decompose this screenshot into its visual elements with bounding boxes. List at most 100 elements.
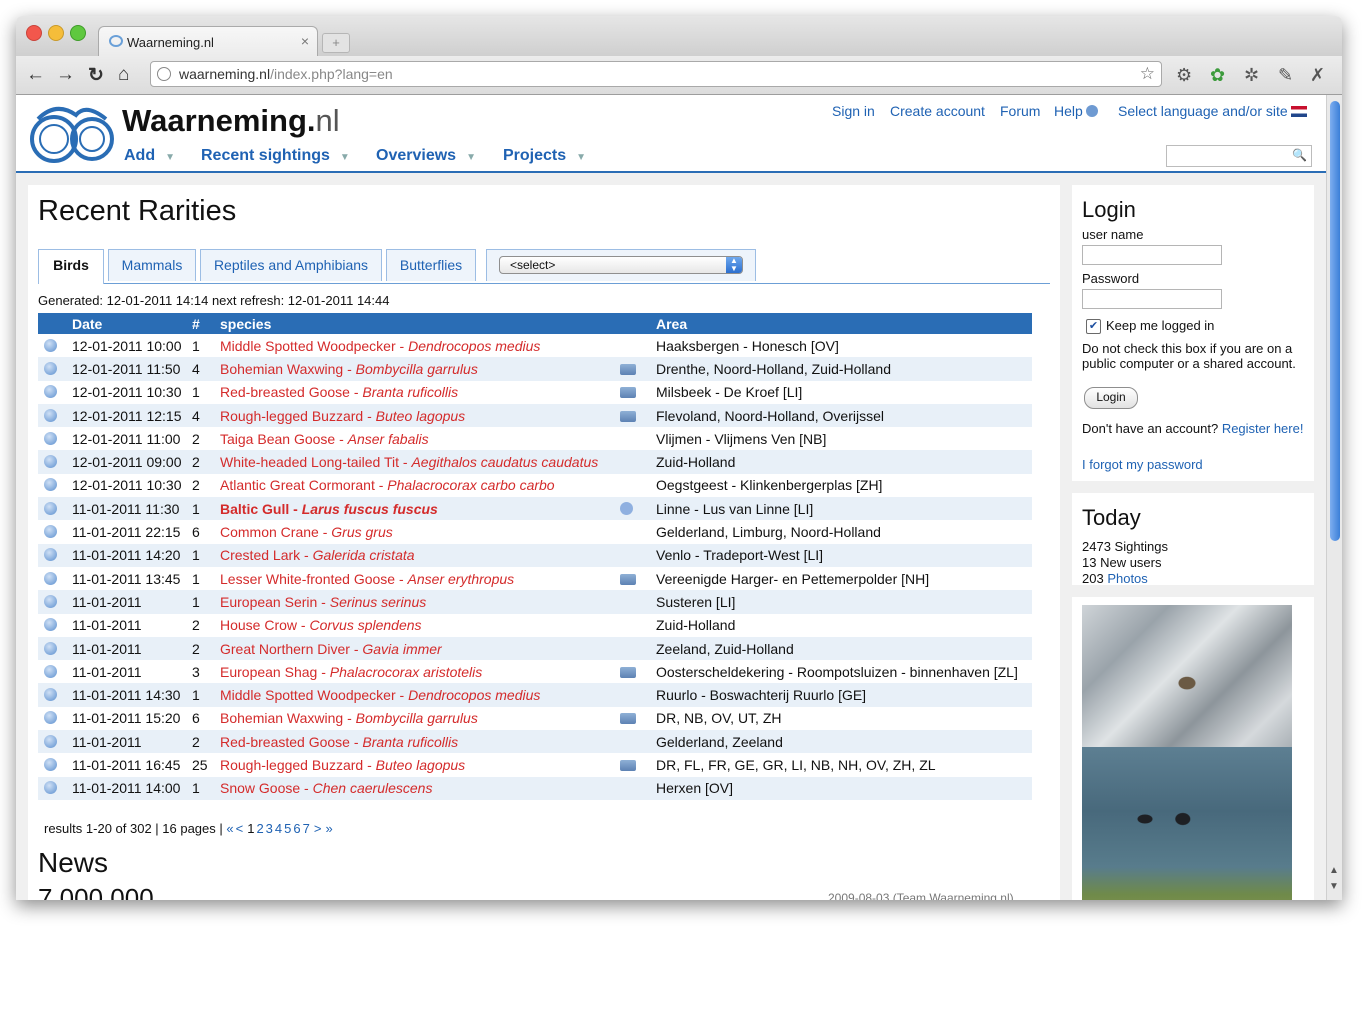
info-circle-icon[interactable] (44, 734, 57, 748)
species-link[interactable]: Red-breasted Goose - Branta ruficollis (220, 734, 458, 750)
species-link[interactable]: Rough-legged Buzzard - Buteo lagopus (220, 408, 465, 424)
info-circle-icon[interactable] (44, 664, 57, 678)
col-count[interactable]: # (192, 313, 220, 334)
pager-link[interactable]: 5 (284, 821, 291, 836)
create-account-link[interactable]: Create account (890, 103, 985, 119)
browser-tab[interactable]: Waarneming.nl × (98, 26, 318, 56)
tab-butterflies[interactable]: Butterflies (386, 249, 476, 281)
info-circle-icon[interactable] (44, 711, 57, 725)
sign-in-link[interactable]: Sign in (832, 103, 875, 119)
page-scrollbar[interactable]: ▲ ▼ (1326, 95, 1342, 900)
pager-link[interactable]: 2 (256, 821, 263, 836)
pager-link[interactable]: 7 (303, 821, 310, 836)
register-link[interactable]: Register here! (1222, 421, 1304, 436)
info-circle-icon[interactable] (44, 571, 57, 585)
extension-leaf-icon[interactable]: ✿ (1210, 65, 1225, 86)
info-circle-icon[interactable] (44, 781, 57, 795)
login-button[interactable]: Login (1084, 387, 1138, 409)
ducks-on-water-photo[interactable] (1082, 747, 1292, 900)
species-link[interactable]: Atlantic Great Cormorant - Phalacrocorax… (220, 477, 555, 493)
species-link[interactable]: Common Crane - Grus grus (220, 524, 393, 540)
info-circle-icon[interactable] (44, 641, 57, 655)
species-link[interactable]: House Crow - Corvus splendens (220, 617, 422, 633)
species-link[interactable]: Middle Spotted Woodpecker - Dendrocopos … (220, 687, 540, 703)
scroll-up-icon[interactable]: ▲ (1329, 865, 1339, 876)
camera-icon[interactable] (620, 713, 636, 725)
new-tab-button[interactable]: + (322, 33, 350, 53)
col-species[interactable]: species (220, 313, 620, 334)
news-item-title[interactable]: 7.000.000 (38, 883, 154, 900)
pager-link[interactable]: > (314, 821, 322, 836)
menu-recent-sightings[interactable]: Recent sightings ▼ (201, 147, 350, 165)
address-bar[interactable]: waarneming.nl/index.php?lang=en ☆ (150, 61, 1162, 87)
species-link[interactable]: Rough-legged Buzzard - Buteo lagopus (220, 757, 465, 773)
extension-gear-icon[interactable]: ⚙ (1176, 65, 1192, 86)
password-input[interactable] (1082, 289, 1222, 309)
tab-reptiles-amphibians[interactable]: Reptiles and Amphibians (200, 249, 382, 281)
camera-icon[interactable] (620, 410, 636, 422)
site-brand[interactable]: Waarneming.nl (122, 103, 340, 139)
species-link[interactable]: Baltic Gull - Larus fuscus fuscus (220, 501, 438, 517)
forgot-password-link[interactable]: I forgot my password (1082, 457, 1203, 472)
pager-link[interactable]: < (236, 821, 244, 836)
species-link[interactable]: European Serin - Serinus serinus (220, 594, 426, 610)
close-tab-icon[interactable]: × (301, 33, 309, 49)
camera-icon[interactable] (620, 363, 636, 375)
info-circle-icon[interactable] (44, 525, 57, 539)
species-link[interactable]: Red-breasted Goose - Branta ruficollis (220, 384, 458, 400)
species-link[interactable]: Bohemian Waxwing - Bombycilla garrulus (220, 361, 478, 377)
camera-icon[interactable] (620, 573, 636, 585)
binoculars-logo-icon[interactable] (26, 99, 116, 167)
info-circle-icon[interactable] (44, 385, 57, 399)
keep-logged-in-label[interactable]: Keep me logged in (1106, 318, 1214, 333)
info-circle-icon[interactable] (44, 618, 57, 632)
pager-link[interactable]: 6 (293, 821, 300, 836)
info-circle-icon[interactable] (44, 478, 57, 492)
menu-overviews[interactable]: Overviews ▼ (376, 147, 476, 165)
pager-link[interactable]: « (226, 821, 233, 836)
info-circle-icon[interactable] (44, 455, 57, 469)
forum-link[interactable]: Forum (1000, 103, 1040, 119)
info-circle-icon[interactable] (44, 757, 57, 771)
tab-birds[interactable]: Birds (38, 249, 104, 284)
info-circle-icon[interactable] (44, 431, 57, 445)
info-circle-icon[interactable] (44, 548, 57, 562)
menu-projects[interactable]: Projects ▼ (503, 147, 586, 165)
species-link[interactable]: European Shag - Phalacrocorax aristoteli… (220, 664, 482, 680)
bird-on-snow-photo[interactable] (1082, 605, 1292, 747)
reload-icon[interactable]: ↻ (88, 64, 104, 87)
camera-icon[interactable] (620, 387, 636, 399)
bookmark-star-icon[interactable]: ☆ (1140, 64, 1155, 84)
species-link[interactable]: Crested Lark - Galerida cristata (220, 547, 415, 563)
photos-link[interactable]: Photos (1107, 571, 1147, 586)
search-icon[interactable]: 🔍 (1292, 148, 1307, 162)
tab-mammals[interactable]: Mammals (108, 249, 196, 281)
info-circle-icon[interactable] (44, 594, 57, 608)
pager-link[interactable]: » (325, 821, 332, 836)
species-link[interactable]: Great Northern Diver - Gavia immer (220, 641, 442, 657)
info-circle-icon[interactable] (44, 408, 57, 422)
species-link[interactable]: Taiga Bean Goose - Anser fabalis (220, 431, 429, 447)
pager-link[interactable]: 4 (275, 821, 282, 836)
search-input[interactable]: 🔍 (1166, 145, 1312, 167)
species-link[interactable]: Snow Goose - Chen caerulescens (220, 780, 432, 796)
group-select[interactable]: <select> ▲ ▼ (499, 256, 743, 274)
help-link[interactable]: Help (1054, 103, 1098, 119)
close-window-button[interactable] (26, 25, 42, 41)
page-menu-icon[interactable]: ✎ (1278, 65, 1293, 86)
keep-logged-in-checkbox[interactable]: ✔ (1086, 319, 1101, 334)
username-input[interactable] (1082, 245, 1222, 265)
col-area[interactable]: Area (656, 313, 1032, 334)
info-circle-icon[interactable] (44, 361, 57, 375)
home-icon[interactable]: ⌂ (118, 64, 129, 86)
back-arrow-icon[interactable]: ← (26, 64, 45, 86)
camera-icon[interactable] (620, 759, 636, 771)
select-language-link[interactable]: Select language and/or site (1118, 103, 1307, 119)
minimize-window-button[interactable] (48, 25, 64, 41)
col-date[interactable]: Date (72, 313, 192, 334)
camera-icon[interactable] (620, 666, 636, 678)
forward-arrow-icon[interactable]: → (56, 64, 75, 86)
scrollbar-thumb[interactable] (1330, 101, 1340, 541)
species-link[interactable]: White-headed Long-tailed Tit - Aegithalo… (220, 454, 598, 470)
species-link[interactable]: Lesser White-fronted Goose - Anser eryth… (220, 571, 514, 587)
